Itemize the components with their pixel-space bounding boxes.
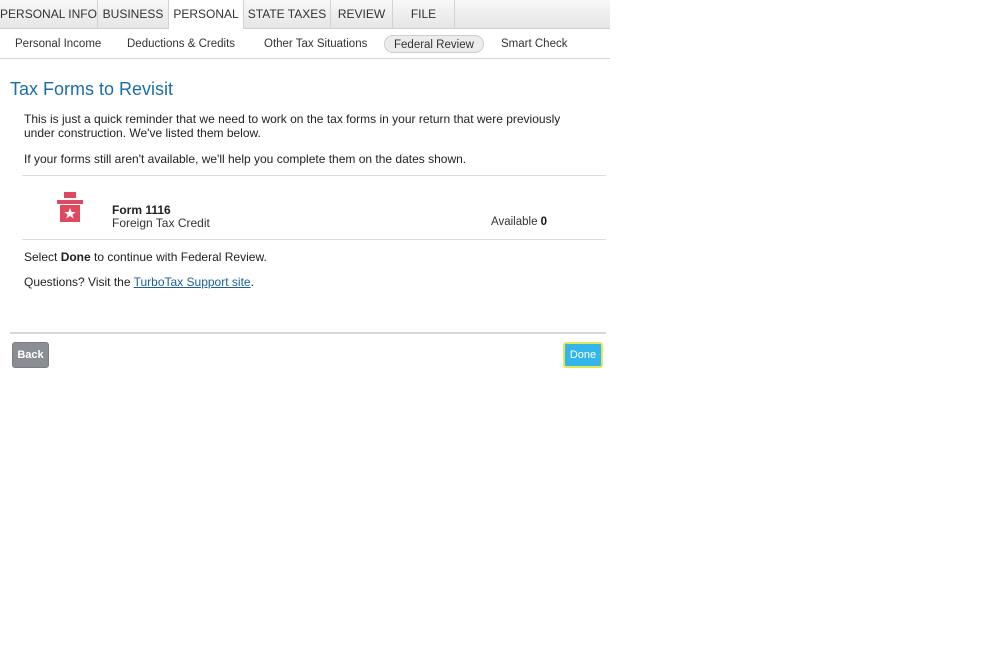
tab-review[interactable]: REVIEW bbox=[331, 0, 393, 29]
instructions-bold: Done bbox=[60, 250, 91, 264]
availability-value: 0 bbox=[540, 216, 548, 228]
support-site-link[interactable]: TurboTax Support site bbox=[134, 275, 251, 289]
done-button[interactable]: Done bbox=[563, 342, 603, 368]
construction-box-icon bbox=[57, 192, 83, 222]
questions-text: Questions? Visit the TurboTax Support si… bbox=[24, 275, 594, 289]
subnav-other-tax-situations[interactable]: Other Tax Situations bbox=[264, 35, 367, 53]
back-button[interactable]: Back bbox=[12, 342, 49, 368]
footer-divider bbox=[10, 332, 606, 334]
tab-file[interactable]: FILE bbox=[393, 0, 455, 29]
divider-bottom bbox=[22, 239, 606, 240]
availability-label: Available bbox=[491, 216, 538, 228]
availability-note: If your forms still aren't available, we… bbox=[24, 152, 467, 166]
subnav-smart-check[interactable]: Smart Check bbox=[501, 35, 567, 53]
instructions-text: Select Done to continue with Federal Rev… bbox=[24, 250, 594, 264]
tab-personal-info[interactable]: PERSONAL INFO bbox=[0, 0, 98, 29]
main-tab-bar: PERSONAL INFO BUSINESS PERSONAL STATE TA… bbox=[0, 0, 610, 29]
form-description: Foreign Tax Credit bbox=[112, 216, 210, 230]
tab-state-taxes[interactable]: STATE TAXES bbox=[244, 0, 331, 29]
form-availability: Available 0 bbox=[491, 216, 547, 228]
intro-text: This is just a quick reminder that we ne… bbox=[24, 112, 561, 140]
questions-prefix: Questions? Visit the bbox=[24, 275, 134, 289]
divider-top bbox=[22, 175, 606, 176]
subnav-federal-review[interactable]: Federal Review bbox=[384, 35, 484, 53]
instructions-prefix: Select bbox=[24, 250, 61, 264]
tab-personal[interactable]: PERSONAL bbox=[169, 0, 244, 29]
form-name: Form 1116 bbox=[112, 203, 171, 217]
subnav-deductions-credits[interactable]: Deductions & Credits bbox=[127, 35, 235, 53]
sub-nav-bar: Personal Income Deductions & Credits Oth… bbox=[0, 29, 610, 59]
questions-suffix: . bbox=[250, 275, 254, 289]
page-title: Tax Forms to Revisit bbox=[10, 79, 174, 99]
instructions-suffix: to continue with Federal Review. bbox=[90, 250, 267, 264]
tab-business[interactable]: BUSINESS bbox=[98, 0, 169, 29]
subnav-personal-income[interactable]: Personal Income bbox=[15, 35, 101, 53]
